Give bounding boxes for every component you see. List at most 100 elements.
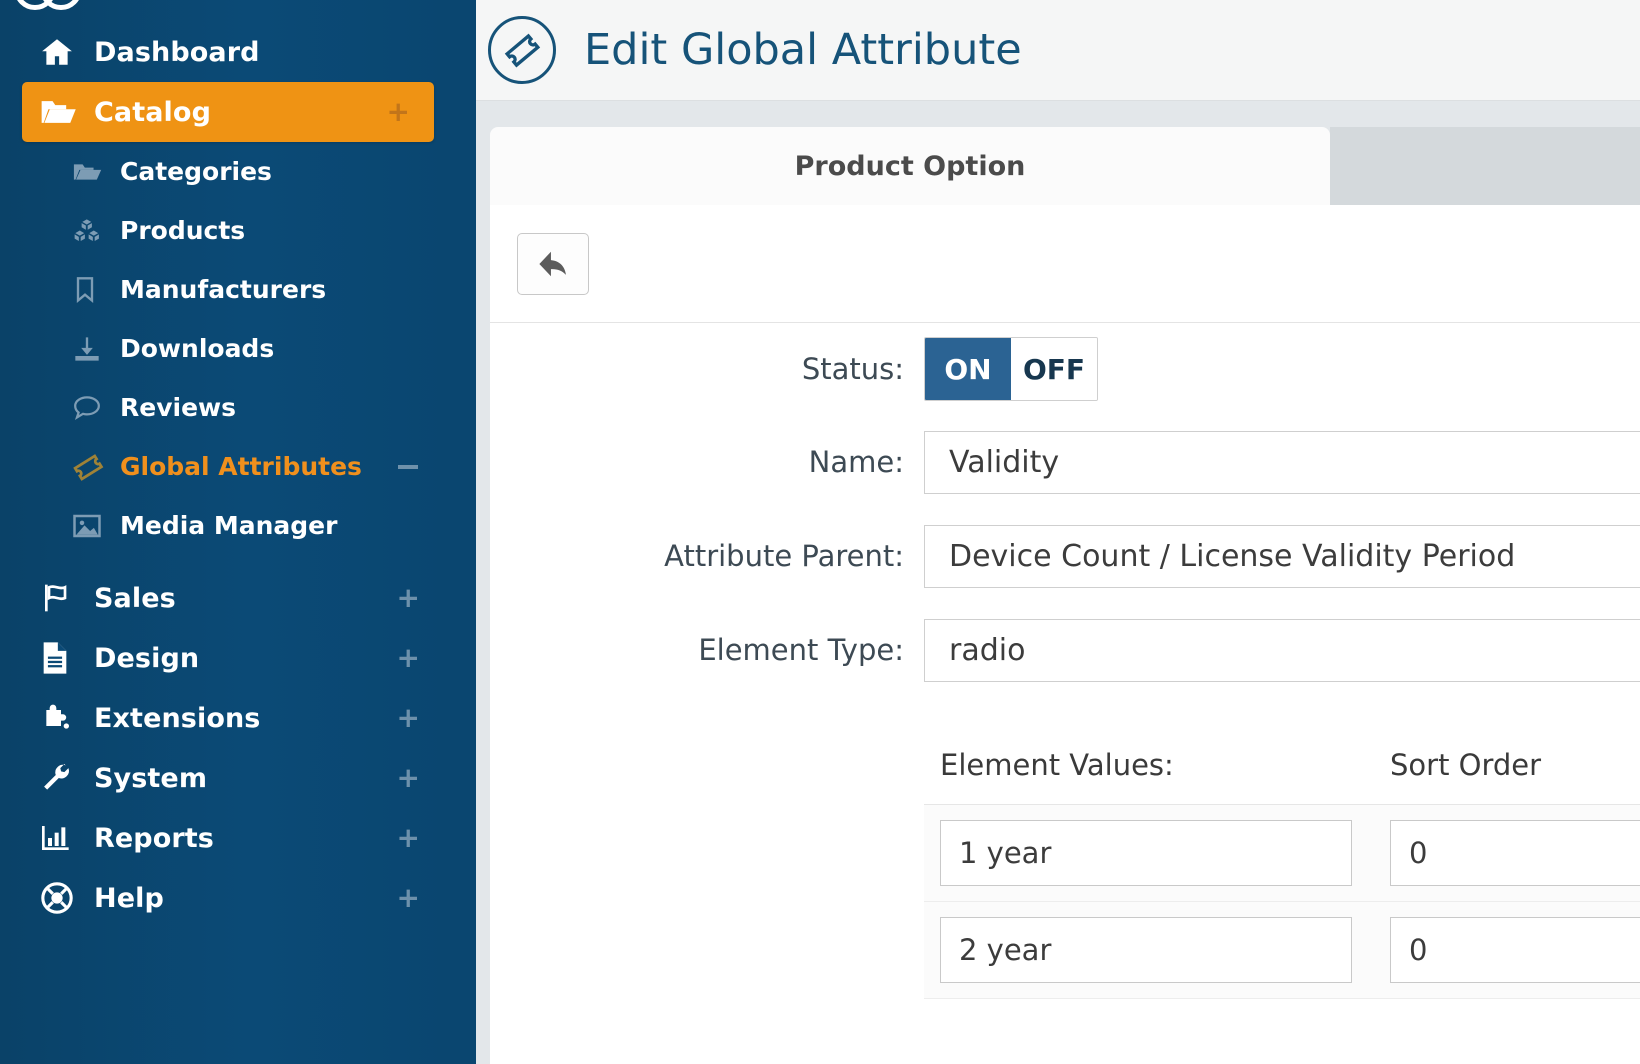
back-button[interactable]: [517, 233, 589, 295]
sidebar-item-manufacturers[interactable]: Manufacturers: [0, 260, 456, 319]
status-row: Status: ON OFF: [490, 323, 1640, 415]
sidebar-item-system[interactable]: System +: [0, 748, 456, 808]
sidebar-item-label: Reports: [94, 822, 214, 854]
ticket-icon: [72, 452, 114, 482]
sidebar-item-label: Reviews: [120, 393, 237, 422]
lifebuoy-icon: [40, 881, 84, 915]
page-title: Edit Global Attribute: [584, 25, 1022, 75]
sidebar-item-design[interactable]: Design +: [0, 628, 456, 688]
sidebar-item-catalog[interactable]: Catalog +: [22, 82, 434, 142]
sidebar-item-label: Extensions: [94, 702, 261, 734]
puzzle-icon: [40, 702, 84, 734]
image-icon: [72, 513, 114, 539]
element-type-label: Element Type:: [698, 633, 904, 667]
attribute-form: Status: ON OFF Name: Validity Attribute …: [490, 323, 1640, 999]
expander-plus-icon[interactable]: +: [386, 98, 410, 126]
table-header-row: Element Values: Sort Order: [924, 725, 1640, 805]
expander-plus-icon[interactable]: +: [396, 704, 420, 732]
arrow-left-icon: [539, 251, 566, 277]
sidebar-item-products[interactable]: Products: [0, 201, 456, 260]
page-header: Edit Global Attribute: [476, 0, 1640, 101]
expander-plus-icon[interactable]: +: [396, 764, 420, 792]
expander-plus-icon[interactable]: +: [396, 644, 420, 672]
name-row: Name: Validity: [490, 415, 1640, 509]
element-value-cell: 1 year: [924, 820, 1374, 886]
attribute-parent-input[interactable]: Device Count / License Validity Period: [924, 524, 1640, 588]
sidebar-nav: Dashboard Catalog + Categories Products …: [0, 22, 456, 928]
folder-open-icon: [72, 160, 114, 184]
sidebar-item-extensions[interactable]: Extensions +: [0, 688, 456, 748]
sidebar: Dashboard Catalog + Categories Products …: [0, 0, 456, 1064]
sort-order-cell: 0: [1374, 820, 1640, 886]
sidebar-item-help[interactable]: Help +: [0, 868, 456, 928]
tab-product-option[interactable]: Product Option: [490, 127, 1330, 205]
home-icon: [40, 35, 84, 69]
expander-plus-icon[interactable]: +: [396, 584, 420, 612]
attribute-parent-row: Attribute Parent: Device Count / License…: [490, 509, 1640, 603]
status-toggle[interactable]: ON OFF: [924, 337, 1098, 401]
folder-open-icon: [40, 97, 84, 127]
element-type-row: Element Type: radio: [490, 603, 1640, 697]
sidebar-item-label: Dashboard: [94, 36, 260, 68]
sidebar-item-reports[interactable]: Reports +: [0, 808, 456, 868]
ticket-circle-icon: [488, 16, 556, 84]
element-values-table: Element Values: Sort Order 1 year 0 2 ye…: [924, 725, 1640, 999]
column-header-sort-order: Sort Order: [1390, 747, 1542, 782]
sort-order-input[interactable]: 0: [1390, 917, 1640, 983]
table-row: 2 year 0: [924, 902, 1640, 999]
status-off-button[interactable]: OFF: [1011, 338, 1097, 400]
sidebar-item-global-attributes[interactable]: Global Attributes: [0, 437, 456, 496]
element-type-input[interactable]: radio: [924, 618, 1640, 682]
bar-chart-icon: [40, 823, 84, 853]
tab-bar-filler: [1330, 127, 1640, 205]
status-on-button[interactable]: ON: [925, 338, 1011, 400]
sidebar-item-label: Sales: [94, 582, 176, 614]
tab-strip-background: [476, 101, 1640, 129]
element-value-input[interactable]: 2 year: [940, 917, 1352, 983]
attribute-parent-label: Attribute Parent:: [664, 539, 904, 573]
sidebar-item-label: Help: [94, 882, 164, 914]
sidebar-item-label: Catalog: [94, 96, 211, 128]
name-label: Name:: [808, 445, 904, 479]
sidebar-item-media-manager[interactable]: Media Manager: [0, 496, 456, 555]
sidebar-item-categories[interactable]: Categories: [0, 142, 456, 201]
tab-bar: Product Option: [476, 127, 1640, 205]
element-value-cell: 2 year: [924, 917, 1374, 983]
sidebar-item-label: System: [94, 762, 208, 794]
bookmark-icon: [72, 276, 114, 304]
sidebar-item-label: Design: [94, 642, 200, 674]
name-input[interactable]: Validity: [924, 430, 1640, 494]
sidebar-item-reviews[interactable]: Reviews: [0, 378, 456, 437]
sort-order-input[interactable]: 0: [1390, 820, 1640, 886]
expander-plus-icon[interactable]: +: [396, 824, 420, 852]
status-label: Status:: [801, 352, 904, 386]
sidebar-item-label: Global Attributes: [120, 452, 362, 481]
table-row: 1 year 0: [924, 805, 1640, 902]
sidebar-item-label: Categories: [120, 157, 272, 186]
flag-icon: [40, 582, 84, 614]
tab-label: Product Option: [794, 150, 1026, 182]
sidebar-edge: [456, 0, 476, 1064]
app-root: Dashboard Catalog + Categories Products …: [0, 0, 1640, 1064]
expander-minus-icon[interactable]: [398, 464, 418, 469]
column-header-element-values: Element Values:: [940, 747, 1174, 782]
sidebar-item-sales[interactable]: Sales +: [0, 568, 456, 628]
sidebar-item-label: Downloads: [120, 334, 275, 363]
expander-plus-icon[interactable]: +: [396, 884, 420, 912]
boxes-icon: [72, 217, 114, 245]
form-card: Status: ON OFF Name: Validity Attribute …: [490, 205, 1640, 1064]
sidebar-item-downloads[interactable]: Downloads: [0, 319, 456, 378]
sidebar-item-label: Manufacturers: [120, 275, 327, 304]
double-circle-logo[interactable]: [14, 0, 82, 22]
sidebar-item-label: Products: [120, 216, 246, 245]
wrench-icon: [40, 762, 84, 794]
sidebar-item-label: Media Manager: [120, 511, 338, 540]
document-icon: [40, 641, 84, 675]
element-value-input[interactable]: 1 year: [940, 820, 1352, 886]
download-icon: [72, 335, 114, 363]
main-content: Edit Global Attribute Product Option Sta…: [476, 0, 1640, 1064]
sidebar-item-dashboard[interactable]: Dashboard: [0, 22, 456, 82]
card-toolbar: [490, 205, 1640, 323]
sort-order-cell: 0: [1374, 917, 1640, 983]
comment-icon: [72, 395, 114, 421]
